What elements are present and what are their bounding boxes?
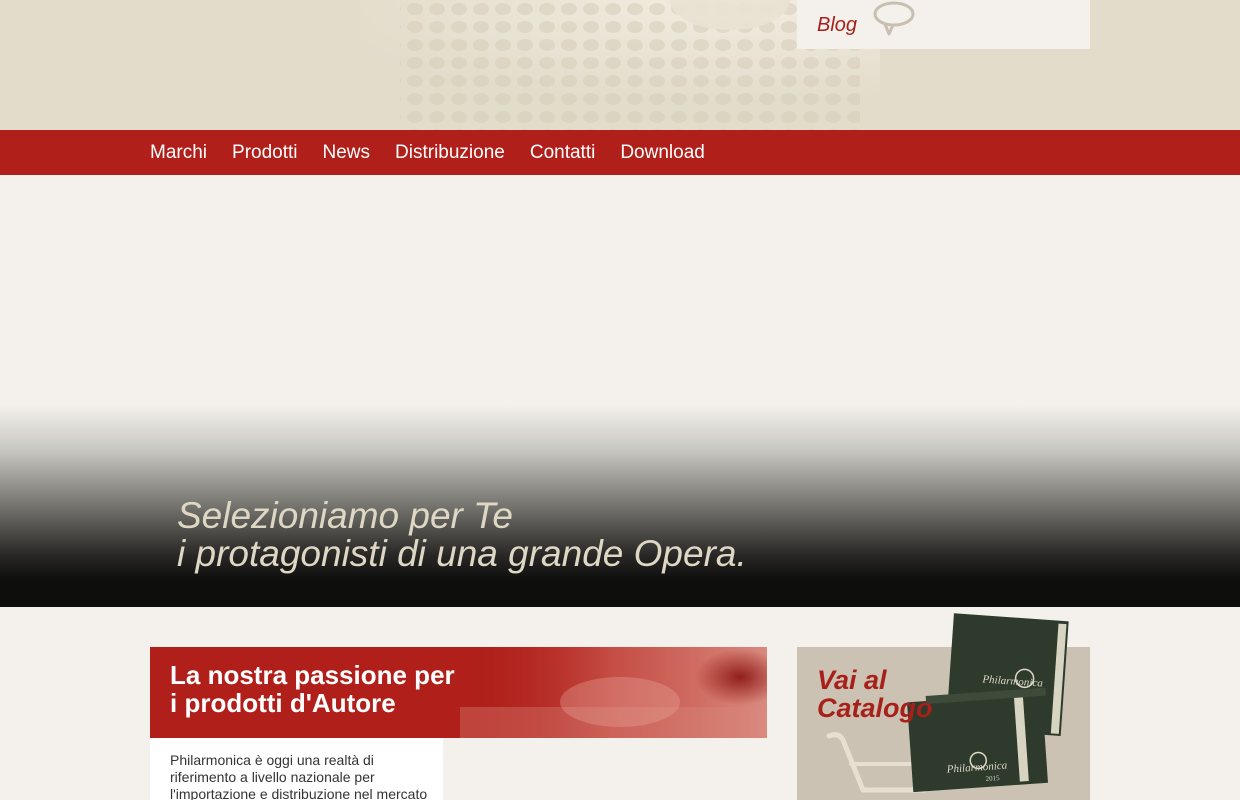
hero-tagline-line-1: Selezioniamo per Te <box>177 495 513 536</box>
intro-text-box: Philarmonica è oggi una realtà di riferi… <box>150 738 443 800</box>
nav-item-news: News <box>323 130 371 175</box>
nav-link-download[interactable]: Download <box>620 130 705 175</box>
catalog-title-line-2: Catalogo <box>817 693 933 723</box>
nav-item-prodotti: Prodotti <box>232 130 297 175</box>
blog-link[interactable]: Blog <box>817 14 857 37</box>
nav-link-news[interactable]: News <box>323 130 371 175</box>
nav-link-distribuzione[interactable]: Distribuzione <box>395 130 505 175</box>
catalog-link-title[interactable]: Vai al Catalogo <box>817 666 933 722</box>
nav-item-download: Download <box>620 130 705 175</box>
intro-paragraph: Philarmonica è oggi una realtà di riferi… <box>170 752 428 800</box>
passion-title: La nostra passione per i prodotti d'Auto… <box>170 661 455 717</box>
catalog-title-line-1: Vai al <box>817 665 887 695</box>
passion-title-line-1: La nostra passione per <box>170 660 455 690</box>
blog-box: Blog <box>797 0 1090 49</box>
passion-box[interactable]: La nostra passione per i prodotti d'Auto… <box>150 647 767 738</box>
site-header: Blog <box>0 0 1240 130</box>
hero-tagline: Selezioniamo per Te i protagonisti di un… <box>177 497 747 573</box>
front-book-year: 2015 <box>985 774 1000 783</box>
nav-link-marchi[interactable]: Marchi <box>150 130 207 175</box>
hero-banner: Selezioniamo per Te i protagonisti di un… <box>0 175 1240 607</box>
main-navigation: Marchi Prodotti News Distribuzione Conta… <box>0 130 1240 175</box>
nav-list: Marchi Prodotti News Distribuzione Conta… <box>150 130 730 175</box>
passion-title-line-2: i prodotti d'Autore <box>170 688 396 718</box>
speech-bubble-icon[interactable] <box>873 0 917 36</box>
nav-link-prodotti[interactable]: Prodotti <box>232 130 297 175</box>
nav-item-distribuzione: Distribuzione <box>395 130 505 175</box>
hero-tagline-line-2: i protagonisti di una grande Opera. <box>177 533 747 574</box>
nav-link-contatti[interactable]: Contatti <box>530 130 595 175</box>
nav-item-marchi: Marchi <box>150 130 207 175</box>
nav-item-contatti: Contatti <box>530 130 595 175</box>
